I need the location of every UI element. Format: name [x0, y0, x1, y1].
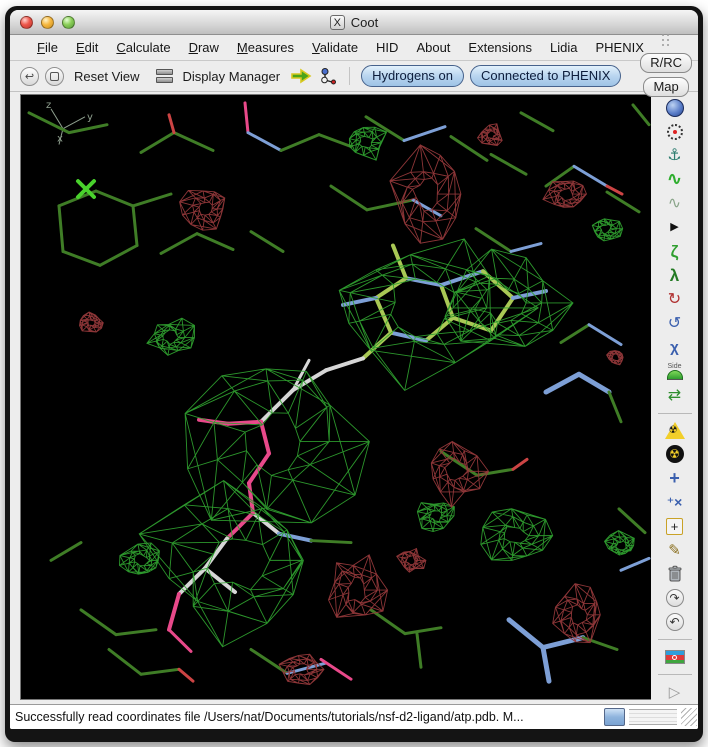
place-atom-icon[interactable]: +	[663, 516, 687, 536]
undo-icon[interactable]: ↶	[663, 612, 687, 632]
auto-fit-rotamer-icon[interactable]: ↻	[663, 290, 687, 310]
ligand-builder-icon[interactable]	[318, 67, 338, 85]
toolbar-separator	[658, 674, 692, 675]
corner-controls: R/RC Map	[640, 34, 692, 97]
stop-icon	[50, 72, 59, 81]
recentre-target-icon[interactable]	[663, 122, 687, 142]
rigid-body-fit-icon[interactable]: ζ	[663, 242, 687, 262]
fill-partial-residue-icon[interactable]: ✎	[663, 540, 687, 560]
resize-grip[interactable]	[681, 708, 697, 726]
reset-view-button[interactable]: Reset View	[74, 69, 140, 84]
svg-text:z: z	[46, 100, 51, 111]
side-chain-180-flip-icon[interactable]: Side	[663, 362, 687, 382]
more-tools-icon[interactable]: ▷	[663, 682, 687, 702]
edit-chi-angles-icon[interactable]: χ	[663, 338, 687, 358]
regularize-zone-icon[interactable]: ∿	[663, 194, 687, 214]
add-alt-conf-icon[interactable]: ⁺×	[663, 492, 687, 512]
sphere-refine-icon[interactable]	[663, 98, 687, 118]
menu-measures[interactable]: Measures	[228, 38, 303, 57]
menu-bar: FileEditCalculateDrawMeasuresValidateHID…	[10, 35, 698, 61]
rotate-translate-icon[interactable]: λ	[663, 266, 687, 286]
menu-extensions[interactable]: Extensions	[459, 38, 541, 57]
delete-item-icon[interactable]	[663, 564, 687, 584]
x11-app-icon: X	[330, 15, 345, 30]
svg-text:y: y	[87, 112, 93, 123]
add-terminal-residue-icon[interactable]: +	[663, 468, 687, 488]
menu-calculate[interactable]: Calculate	[107, 38, 179, 57]
go-arrow-icon[interactable]	[290, 68, 312, 84]
app-window: X Coot FileEditCalculateDrawMeasuresVali…	[5, 6, 703, 742]
status-scrollbar-track[interactable]	[629, 709, 677, 725]
rrc-button[interactable]: R/RC	[640, 53, 692, 73]
undo-view-button[interactable]: ↩	[20, 67, 39, 86]
phenix-connection-button[interactable]: Connected to PHENIX	[470, 65, 621, 87]
toolbar-separator	[349, 67, 350, 85]
canvas-margin: y z x	[10, 92, 651, 704]
molecular-scene: y z x	[21, 95, 651, 699]
window-title: Coot	[351, 15, 378, 30]
menu-draw[interactable]: Draw	[180, 38, 228, 57]
drag-handle-icon[interactable]	[662, 34, 671, 48]
menu-edit[interactable]: Edit	[67, 38, 107, 57]
menu-hid[interactable]: HID	[367, 38, 407, 57]
title-bar[interactable]: X Coot	[10, 10, 698, 35]
menu-about[interactable]: About	[407, 38, 459, 57]
modelling-toolbar: ⚓ ∿ ∿ ▶ ζλ ↻ ↺ χ Side ⇄ ☢ ☢ + ⁺× + ✎ ↷ ↶ ▷	[651, 92, 698, 704]
display-manager-button[interactable]: Display Manager	[183, 69, 281, 84]
expand-tools-icon[interactable]: ▶	[663, 218, 687, 238]
mutate-residue-icon[interactable]: ☢	[663, 421, 687, 441]
status-scrollbar-thumb[interactable]	[604, 708, 625, 726]
toolbar-separator	[658, 639, 692, 640]
status-message: Successfully read coordinates file /User…	[15, 710, 600, 724]
display-manager-icon	[156, 69, 173, 83]
menu-lidia[interactable]: Lidia	[541, 38, 586, 57]
curlew-flag-icon[interactable]	[663, 647, 687, 667]
tool-bar: ↩ Reset View Display Manager Hydrogens o…	[10, 61, 698, 92]
svg-text:x: x	[57, 134, 63, 145]
menu-file[interactable]: File	[28, 38, 67, 57]
status-bar: Successfully read coordinates file /User…	[10, 704, 698, 729]
gl-viewport[interactable]: y z x	[20, 94, 651, 700]
map-button[interactable]: Map	[643, 77, 688, 97]
hydrogens-toggle-button[interactable]: Hydrogens on	[361, 65, 464, 87]
rotamers-icon[interactable]: ↺	[663, 314, 687, 334]
redo-icon[interactable]: ↷	[663, 588, 687, 608]
stop-button[interactable]	[45, 67, 64, 86]
mutate-autofit-icon[interactable]: ☢	[663, 444, 687, 464]
menu-validate[interactable]: Validate	[303, 38, 367, 57]
anchor-restraint-icon[interactable]: ⚓	[663, 146, 687, 166]
real-space-refine-icon[interactable]: ∿	[663, 170, 687, 190]
toolbar-separator	[658, 413, 692, 414]
jed-flip-icon[interactable]: ⇄	[663, 386, 687, 406]
